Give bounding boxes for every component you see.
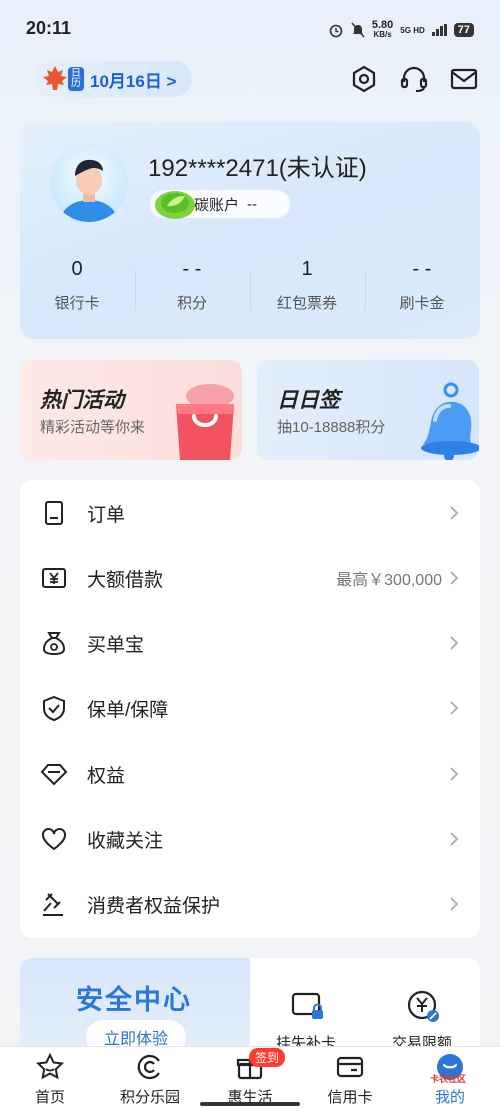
stat-bank-card[interactable]: 0 银行卡 [20, 258, 134, 313]
menu-list: 订单 大额借款 最高￥300,000 买单宝 保单/保障 权益 收藏关注 消费者… [20, 480, 480, 938]
calendar-date-pill[interactable]: 日历 10月16日 > [34, 61, 192, 97]
stat-value: 0 [71, 258, 83, 280]
home-indicator[interactable] [200, 1102, 300, 1106]
avatar[interactable] [50, 144, 128, 222]
menu-item-favorites[interactable]: 收藏关注 [20, 807, 480, 871]
speed-unit: KB/s [373, 30, 392, 39]
nav-credit-card[interactable]: 信用卡 [300, 1052, 400, 1107]
card-lock-icon[interactable] [290, 988, 326, 1024]
hot-activity-card[interactable]: 热门活动 精彩活动等你来 [20, 360, 242, 460]
stat-card-gold[interactable]: - - 刷卡金 [365, 258, 479, 313]
stat-value: - - [182, 258, 202, 280]
chevron-right-icon [450, 701, 459, 715]
stat-label: 刷卡金 [399, 295, 445, 312]
checkin-badge: 签到 [249, 1048, 286, 1067]
message-icon[interactable] [449, 64, 479, 94]
status-icons: 5.80 KB/s 5G HD 77 [328, 20, 474, 40]
menu-label: 订单 [87, 504, 126, 526]
nav-label: 信用卡 [327, 1089, 373, 1106]
hot-activity-subtitle: 精彩活动等你来 [40, 419, 146, 436]
daily-checkin-subtitle: 抽10-18888积分 [277, 419, 386, 436]
stat-value: - - [412, 258, 432, 280]
carbon-account-label: 碳账户 [194, 196, 240, 214]
shield-icon [43, 695, 65, 722]
menu-item-maidanbao[interactable]: 买单宝 [20, 611, 480, 675]
hot-activity-title: 热门活动 [40, 389, 124, 412]
chevron-right-icon [450, 832, 459, 846]
carbon-leaf-icon [152, 187, 198, 221]
daily-checkin-card[interactable]: 日日签 抽10-18888积分 [257, 360, 479, 460]
stat-points[interactable]: - - 积分 [135, 258, 249, 313]
daily-checkin-title: 日日签 [277, 389, 340, 412]
calendar-badge: 日历 [68, 67, 84, 91]
menu-label: 权益 [87, 765, 126, 787]
nav-label: 首页 [34, 1089, 65, 1106]
security-center-title: 安全中心 [76, 985, 192, 1015]
points-icon [137, 1054, 160, 1080]
document-icon [45, 501, 63, 525]
chevron-right-icon [450, 636, 459, 650]
watermark: 卡农社区 [430, 1074, 467, 1084]
menu-label: 大额借款 [87, 569, 164, 591]
chevron-right-icon [450, 506, 459, 520]
alarm-icon [329, 24, 343, 38]
menu-label: 消费者权益保护 [87, 895, 221, 917]
user-phone[interactable]: 192****2471(未认证) [148, 148, 367, 183]
credit-card-icon [336, 1056, 364, 1078]
menu-label: 买单宝 [87, 634, 145, 656]
menu-item-benefits[interactable]: 权益 [20, 742, 480, 806]
settings-icon[interactable] [349, 64, 379, 94]
yuan-icon [42, 568, 66, 588]
star-icon [35, 1052, 65, 1080]
stat-label: 积分 [176, 295, 207, 312]
carbon-account-value: -- [247, 195, 258, 213]
customer-service-icon[interactable] [399, 64, 429, 94]
nav-points-park[interactable]: 积分乐园 [100, 1052, 200, 1107]
stat-label: 红包票券 [276, 295, 337, 312]
heart-icon [42, 828, 66, 851]
stat-coupons[interactable]: 1 红包票券 [250, 258, 364, 313]
gavel-icon [43, 893, 63, 916]
chevron-right-icon [450, 571, 459, 585]
mute-icon [351, 22, 365, 38]
menu-item-consumer-protection[interactable]: 消费者权益保护 [20, 872, 480, 936]
chevron-right-icon [450, 897, 459, 911]
stat-value: 1 [301, 258, 313, 280]
nav-label: 积分乐园 [119, 1089, 180, 1106]
nav-home[interactable]: 首页 [0, 1052, 100, 1107]
chevron-right-icon [450, 767, 459, 781]
menu-item-insurance[interactable]: 保单/保障 [20, 676, 480, 740]
network-label: 5G HD [400, 25, 425, 35]
date-label: 10月16日 > [90, 71, 177, 91]
shopping-bag-icon [176, 384, 234, 460]
menu-item-loan[interactable]: 大额借款 最高￥300,000 [20, 546, 480, 610]
transaction-limit-icon[interactable] [405, 988, 441, 1024]
stat-label: 银行卡 [54, 295, 100, 312]
nav-label: 我的 [434, 1089, 465, 1106]
bell-icon [421, 382, 479, 460]
money-bag-icon [42, 632, 66, 656]
menu-label: 保单/保障 [87, 699, 169, 721]
diamond-icon [40, 764, 68, 786]
menu-label: 收藏关注 [87, 830, 164, 852]
speed-value: 5.80 [371, 19, 394, 31]
status-time: 20:11 [26, 18, 72, 38]
signal-icon [431, 24, 447, 36]
battery-level: 77 [453, 23, 474, 37]
loan-limit: 最高￥300,000 [336, 572, 442, 589]
menu-item-orders[interactable]: 订单 [20, 481, 480, 545]
maple-leaf-icon [40, 64, 70, 94]
